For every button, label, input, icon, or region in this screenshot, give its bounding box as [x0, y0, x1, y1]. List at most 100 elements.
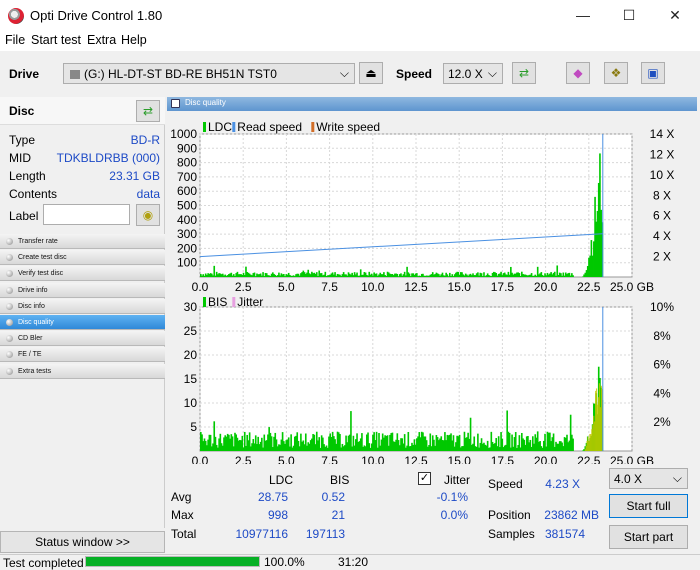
disc-label-input[interactable]: [43, 204, 130, 225]
y2-tick-label: 12 X: [650, 147, 675, 161]
stats-max-bis: 21: [331, 508, 345, 522]
nav-item-disc-quality[interactable]: Disc quality: [0, 315, 165, 330]
legend-swatch: [232, 297, 236, 307]
jitter-checkbox[interactable]: ✓: [418, 472, 431, 485]
nav-item-icon: [6, 351, 13, 359]
y-tick-label: 5: [190, 420, 197, 434]
eject-icon: ⏏: [365, 66, 377, 80]
x-tick-label: 25.0 GB: [610, 454, 654, 464]
y2-tick-label: 8%: [653, 329, 671, 343]
x-tick-label: 25.0 GB: [610, 280, 654, 294]
nav-item-drive-info[interactable]: Drive info: [0, 282, 165, 298]
drive-select[interactable]: (G:) HL-DT-ST BD-RE BH51N TST0 ⌵: [63, 63, 355, 84]
eject-button[interactable]: ⏏: [359, 62, 383, 84]
stats-ldc-header: LDC: [269, 473, 294, 487]
copy-button[interactable]: ❖: [604, 62, 628, 84]
speed-select-value: 12.0 X: [448, 67, 483, 81]
y-tick-label: 100: [177, 256, 197, 270]
y-tick-label: 20: [184, 348, 198, 362]
stats-total-bis: 197113: [305, 527, 345, 541]
menu-file[interactable]: File: [5, 33, 25, 47]
minimize-button[interactable]: —: [560, 0, 606, 31]
x-tick-label: 0.0: [192, 454, 209, 464]
test-speed-select[interactable]: 4.0 X ⌵: [609, 468, 688, 489]
nav-item-verify-test-disc[interactable]: Verify test disc: [0, 266, 165, 282]
y-tick-label: 600: [177, 184, 197, 198]
save-icon: ▣: [647, 66, 659, 80]
menu-bar: File Start test Extra Help: [0, 31, 700, 51]
stats-jitter-header: Jitter: [444, 473, 471, 487]
disc-label-button[interactable]: ◉: [136, 204, 160, 226]
progress-percent: 100.0%: [264, 555, 305, 569]
samples-value: 381574: [544, 527, 585, 541]
y-tick-label: 30: [184, 300, 198, 314]
status-window-button[interactable]: Status window >>: [0, 531, 165, 553]
bis-bar: [572, 438, 574, 451]
y2-tick-label: 10 X: [650, 168, 675, 182]
nav-item-transfer-rate[interactable]: Transfer rate: [0, 234, 165, 249]
refresh-icon: ⇄: [518, 66, 530, 80]
x-tick-label: 17.5: [491, 454, 515, 464]
disc-header-title: Disc: [9, 104, 35, 118]
nav-item-label: Drive info: [18, 286, 48, 294]
disc-mid-label: MID: [9, 151, 31, 165]
nav-item-label: FE / TE: [18, 351, 42, 359]
x-tick-label: 5.0: [278, 280, 295, 294]
x-tick-label: 20.0: [534, 280, 558, 294]
start-full-button[interactable]: Start full: [609, 494, 688, 518]
legend-label: Jitter: [237, 295, 263, 309]
disc-quality-header: Disc quality: [167, 97, 697, 111]
close-button[interactable]: ✕: [652, 0, 698, 31]
disc-length-label: Length: [9, 169, 46, 183]
position-value: 23862 MB: [544, 508, 599, 522]
stats-max-label: Max: [171, 508, 194, 522]
nav-item-label: Verify test disc: [18, 270, 64, 278]
nav-item-fe-te[interactable]: FE / TE: [0, 347, 165, 363]
speed-label: Speed: [396, 67, 433, 81]
menu-start-test[interactable]: Start test: [31, 33, 81, 47]
chevron-down-icon: ⌵: [672, 471, 682, 485]
elapsed-time: 31:20: [338, 555, 369, 569]
nav-item-create-test-disc[interactable]: Create test disc: [0, 250, 165, 266]
panel-title: Disc quality: [185, 98, 226, 107]
maximize-button[interactable]: ☐: [606, 0, 652, 31]
start-part-button[interactable]: Start part: [609, 525, 688, 549]
y-tick-label: 300: [177, 227, 197, 241]
nav-item-cd-bler[interactable]: CD Bler: [0, 331, 165, 347]
y2-tick-label: 2 X: [653, 250, 671, 264]
menu-extra[interactable]: Extra: [87, 33, 116, 47]
y-tick-label: 800: [177, 156, 197, 170]
nav-item-icon: [6, 302, 13, 310]
disc-type-value: BD-R: [130, 133, 160, 147]
legend-label: LDC: [208, 120, 232, 134]
test-speed-value: 4.0 X: [614, 472, 643, 486]
x-tick-label: 0.0: [192, 280, 209, 294]
disc-label-label: Label: [9, 209, 39, 223]
panel-icon: [171, 99, 180, 108]
settings-icon: ◉: [142, 208, 154, 222]
legend-swatch: [203, 297, 206, 307]
y-tick-label: 500: [177, 199, 197, 213]
nav-item-disc-info[interactable]: Disc info: [0, 298, 165, 314]
menu-help[interactable]: Help: [121, 33, 147, 47]
ldc-bar: [213, 265, 216, 277]
eraser-icon: ◆: [573, 66, 583, 80]
legend-label: Read speed: [237, 120, 302, 134]
stats-avg-bis: 0.52: [321, 490, 345, 504]
y-tick-label: 700: [177, 170, 197, 184]
speed-select[interactable]: 12.0 X ⌵: [443, 63, 503, 84]
nav-item-label: Transfer rate: [18, 238, 58, 245]
nav-item-extra-tests[interactable]: Extra tests: [0, 363, 165, 379]
stats-max-ldc: 998: [267, 508, 288, 522]
disc-refresh-button[interactable]: ⇄: [136, 100, 160, 122]
refresh-speed-button[interactable]: ⇄: [512, 62, 536, 84]
legend-label: Write speed: [316, 120, 380, 134]
disc-type-label: Type: [9, 133, 36, 147]
erase-button[interactable]: ◆: [566, 62, 590, 84]
status-text: Test completed: [3, 556, 84, 570]
drive-icon: [70, 70, 80, 79]
speed-stat-label: Speed: [488, 477, 523, 491]
chart-ldc: 0.0 2.5 5.0 7.5 10.0 12.5 15.0 17.5 20.0 22.5 25.0…: [170, 120, 674, 294]
progress-bar: [85, 556, 260, 567]
save-button[interactable]: ▣: [641, 62, 665, 84]
